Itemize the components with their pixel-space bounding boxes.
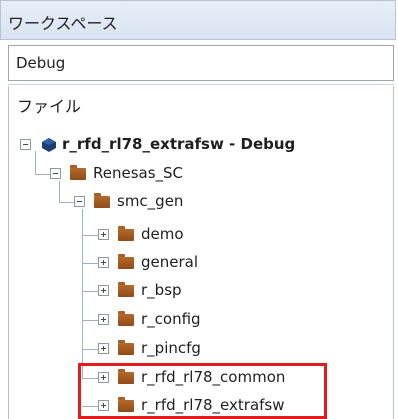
collapse-icon[interactable]: [50, 168, 61, 179]
folder-icon: [70, 165, 86, 180]
expand-icon[interactable]: [98, 257, 109, 268]
tree-item-renesas-sc[interactable]: Renesas_SC: [40, 162, 240, 186]
tree-item-label: Renesas_SC: [93, 164, 184, 182]
folder-icon: [118, 226, 134, 241]
expand-icon[interactable]: [98, 285, 109, 296]
tree-item-r-bsp[interactable]: r_bsp: [88, 279, 228, 303]
folder-icon: [118, 369, 134, 384]
files-column-header: ファイル: [17, 97, 82, 116]
tree-item-label: smc_gen: [117, 192, 184, 210]
build-configuration-value: Debug: [16, 54, 66, 72]
folder-icon: [118, 311, 134, 326]
expand-icon[interactable]: [98, 343, 109, 354]
tree-item-label: r_rfd_rl78_extrafsw: [141, 396, 285, 414]
expand-icon[interactable]: [98, 400, 109, 411]
tree-item-label: r_rfd_rl78_common: [141, 368, 286, 386]
tree-item-label: general: [141, 253, 199, 271]
tree-item-r-rfd-rl78-common[interactable]: r_rfd_rl78_common: [88, 366, 323, 390]
workspace-panel: ワークスペース Debug ファイル r_rfd_rl78_extrafsw -…: [0, 0, 398, 419]
tree-item-r-rfd-rl78-extrafsw[interactable]: r_rfd_rl78_extrafsw: [88, 394, 323, 418]
folder-icon: [118, 282, 134, 297]
tree-item-label: r_config: [141, 310, 201, 328]
expand-icon[interactable]: [98, 229, 109, 240]
tree-item-r-config[interactable]: r_config: [88, 308, 248, 332]
tree-item-label: r_bsp: [141, 281, 182, 299]
folder-icon: [118, 397, 134, 412]
tree-item-project[interactable]: r_rfd_rl78_extrafsw - Debug: [10, 133, 310, 157]
tree-item-general[interactable]: general: [88, 251, 228, 275]
tree-item-r-pincfg[interactable]: r_pincfg: [88, 337, 248, 361]
folder-icon: [118, 340, 134, 355]
tree-item-label: demo: [141, 225, 184, 243]
folder-icon: [118, 254, 134, 269]
expand-icon[interactable]: [98, 314, 109, 325]
workspace-title-bar: ワークスペース: [0, 0, 396, 40]
expand-icon[interactable]: [98, 372, 109, 383]
project-cube-icon: [42, 138, 56, 152]
collapse-icon[interactable]: [20, 139, 31, 150]
folder-icon: [94, 193, 110, 208]
tree-item-label: r_pincfg: [141, 339, 201, 357]
project-label: r_rfd_rl78_extrafsw - Debug: [62, 135, 296, 153]
panel-divider: [8, 84, 394, 85]
tree-item-smc-gen[interactable]: smc_gen: [64, 190, 224, 214]
build-configuration-selector[interactable]: Debug: [8, 45, 394, 81]
collapse-icon[interactable]: [74, 196, 85, 207]
tree-item-demo[interactable]: demo: [88, 223, 228, 247]
workspace-title: ワークスペース: [8, 14, 118, 33]
